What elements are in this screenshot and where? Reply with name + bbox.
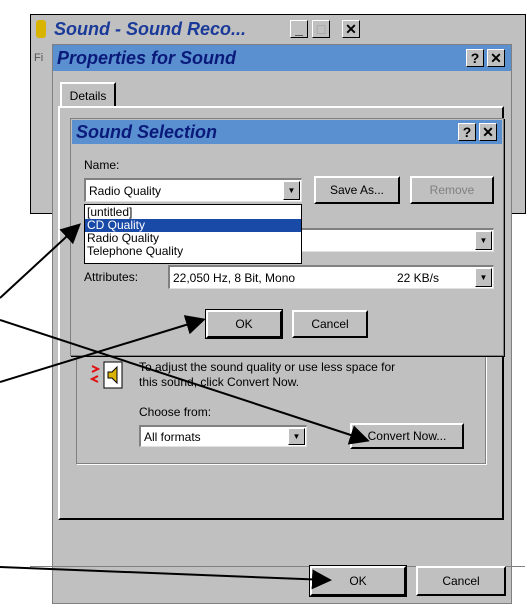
arrow-to-cd-quality	[0, 223, 81, 299]
arrow-to-properties-ok	[0, 566, 332, 590]
callout-arrows	[0, 223, 370, 590]
arrow-to-convert-now	[0, 319, 370, 445]
